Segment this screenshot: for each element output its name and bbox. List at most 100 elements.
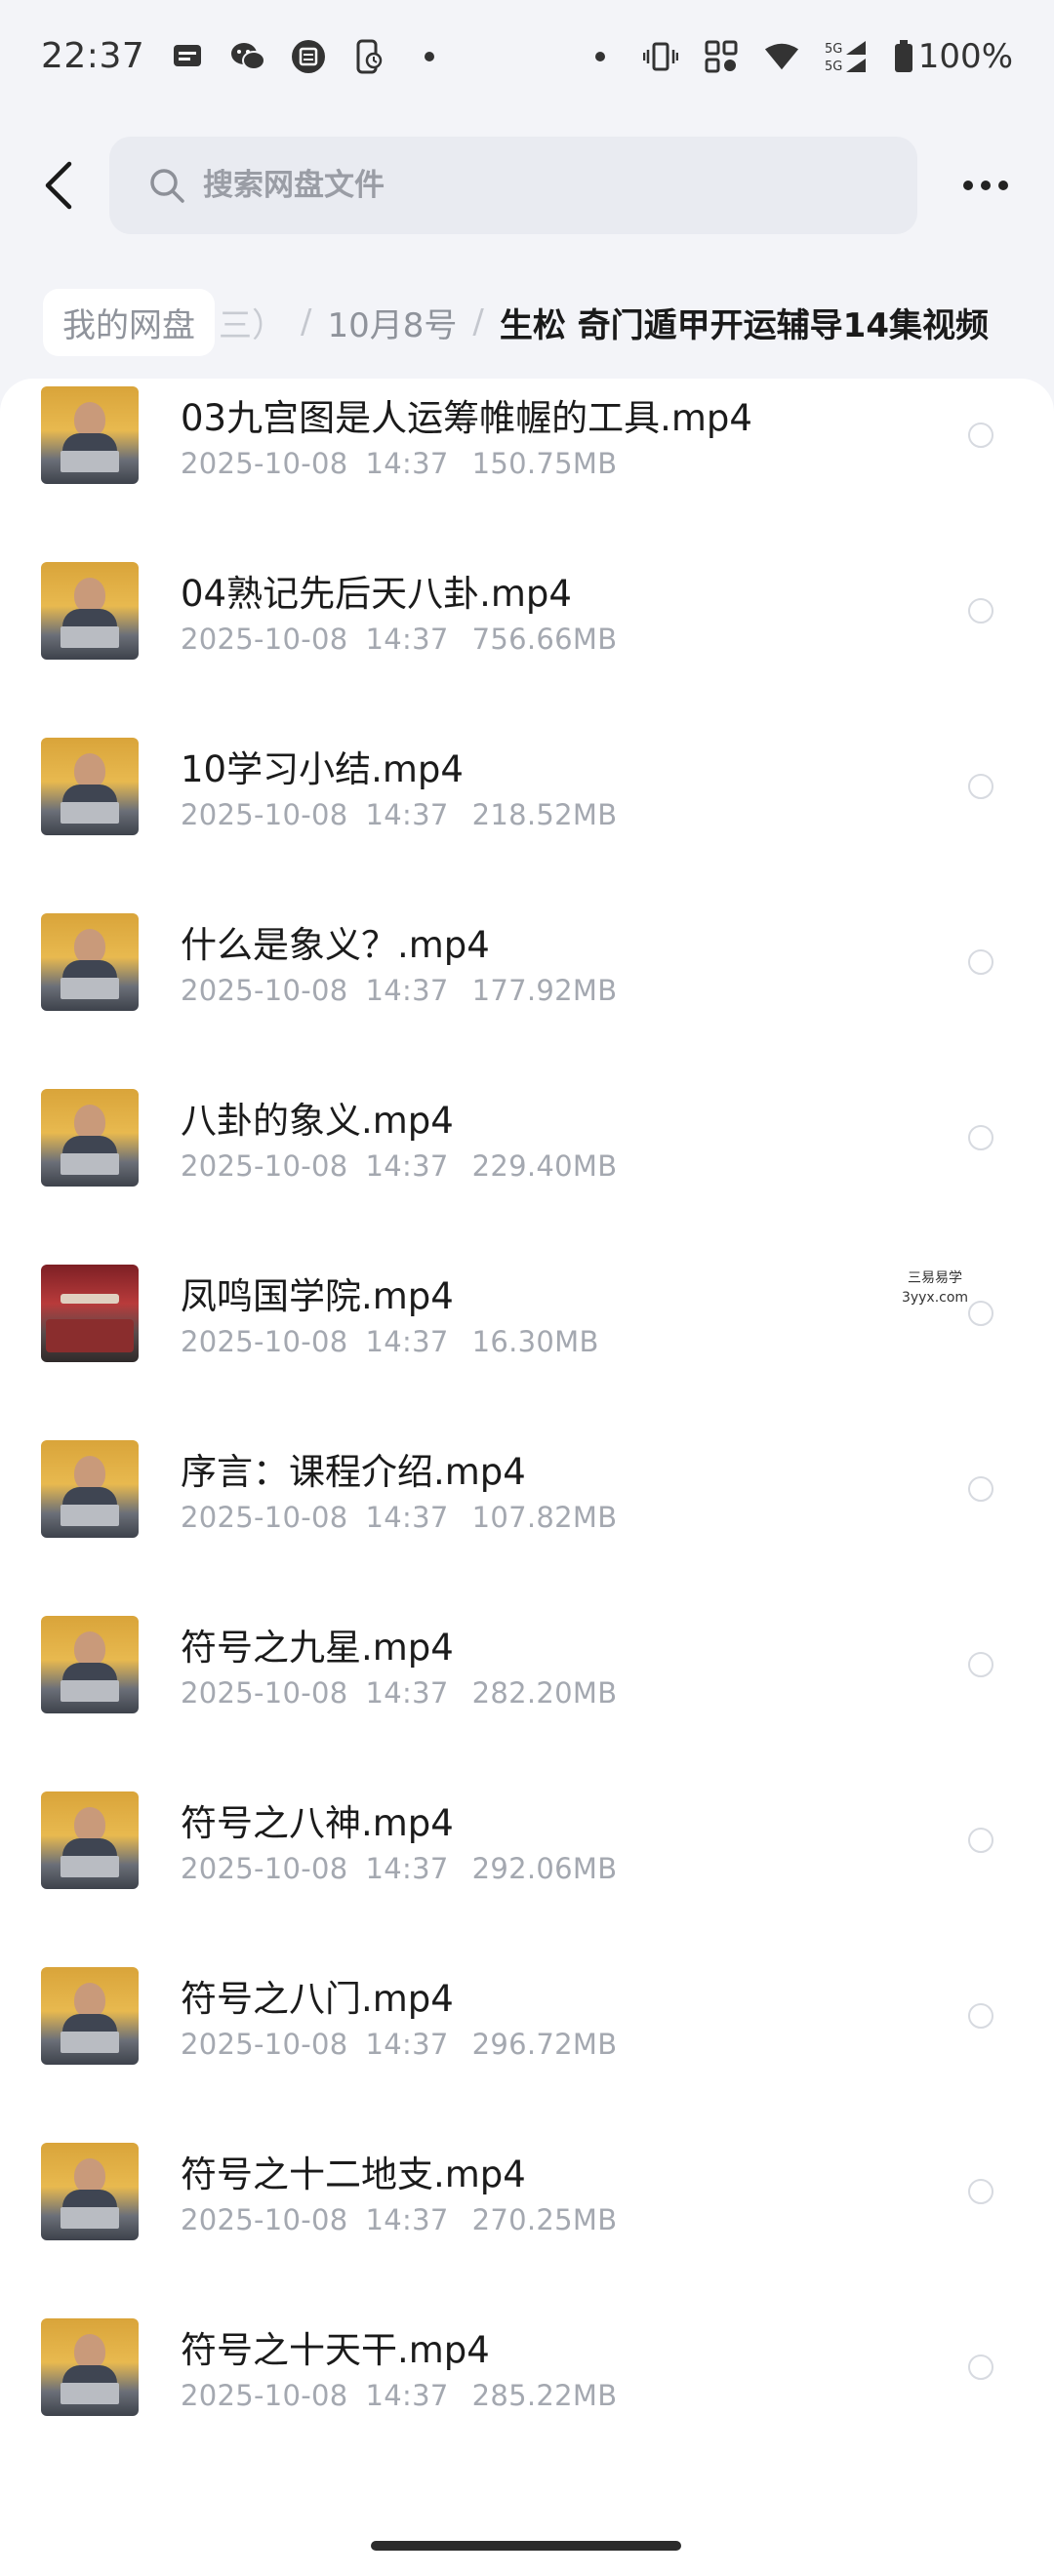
file-date: 2025-10-08 [181, 798, 348, 831]
file-time: 14:37 [365, 623, 449, 656]
file-list: 03九宫图是人运筹帷幄的工具.mp4 2025-10-08 14:37 150.75M… [0, 379, 1054, 2576]
file-date: 2025-10-08 [181, 623, 348, 656]
file-meta: 2025-10-08 14:37 229.40MB [181, 1149, 617, 1183]
thumbnail-laptop [61, 1680, 119, 1702]
breadcrumb-root[interactable]: 我的网盘 [43, 288, 215, 356]
file-row[interactable]: 什么是象义？.mp4 2025-10-08 14:37 177.92MB [0, 913, 1054, 1091]
file-name: 符号之八神.mp4 [181, 1802, 454, 1844]
file-time: 14:37 [365, 1325, 449, 1358]
thumbnail-laptop [61, 1856, 119, 1877]
file-meta: 2025-10-08 14:37 16.30MB [181, 1325, 599, 1358]
file-size: 150.75MB [471, 447, 618, 480]
file-size: 285.22MB [471, 2379, 618, 2412]
file-size: 218.52MB [471, 798, 618, 831]
file-row[interactable]: 符号之十天干.mp4 2025-10-08 14:37 285.22MB [0, 2318, 1054, 2496]
file-name: 符号之十二地支.mp4 [181, 2153, 526, 2195]
thumbnail-head [74, 578, 105, 613]
thumbnail-head [74, 1456, 105, 1491]
status-time: 22:37 [41, 36, 145, 76]
thumbnail-laptop [61, 1505, 119, 1526]
breadcrumb-hidden-segment[interactable]: 三） [219, 299, 285, 346]
file-meta: 2025-10-08 14:37 177.92MB [181, 974, 617, 1007]
breadcrumb-separator: / [301, 302, 312, 342]
thumbnail-laptop [61, 978, 119, 999]
select-radio[interactable] [968, 2179, 993, 2204]
thumbnail-laptop [61, 626, 119, 648]
file-row[interactable]: 03九宫图是人运筹帷幄的工具.mp4 2025-10-08 14:37 150.75M… [0, 386, 1054, 564]
video-thumbnail [41, 1440, 139, 1538]
file-row[interactable]: 序言：课程介绍.mp4 2025-10-08 14:37 107.82MB [0, 1440, 1054, 1618]
file-date: 2025-10-08 [181, 1501, 348, 1534]
file-meta: 2025-10-08 14:37 285.22MB [181, 2379, 617, 2412]
file-time: 14:37 [365, 2203, 449, 2236]
file-meta: 2025-10-08 14:37 218.52MB [181, 798, 617, 831]
vibrate-icon [642, 39, 678, 74]
file-row[interactable]: 八卦的象义.mp4 2025-10-08 14:37 229.40MB [0, 1089, 1054, 1267]
select-radio[interactable] [968, 1476, 993, 1502]
svg-text:5G: 5G [825, 60, 842, 74]
thumbnail-head [74, 1983, 105, 2018]
file-time: 14:37 [365, 1149, 449, 1183]
file-date: 2025-10-08 [181, 2203, 348, 2236]
file-row[interactable]: 10学习小结.mp4 2025-10-08 14:37 218.52MB [0, 738, 1054, 915]
file-row[interactable]: 符号之八神.mp4 2025-10-08 14:37 292.06MB [0, 1791, 1054, 1969]
select-radio[interactable] [968, 1828, 993, 1853]
file-meta: 2025-10-08 14:37 282.20MB [181, 1676, 617, 1710]
file-time: 14:37 [365, 2028, 449, 2061]
watermark: 三易易学 3yyx.com [896, 1268, 974, 1308]
video-thumbnail [41, 2318, 139, 2416]
file-row[interactable]: 符号之十二地支.mp4 2025-10-08 14:37 270.25MB [0, 2143, 1054, 2320]
home-indicator[interactable] [371, 2541, 681, 2551]
breadcrumb-current: 生松 奇门遁甲开运辅导14集视频 [499, 305, 989, 345]
breadcrumb-folder[interactable]: 10月8号 [327, 299, 457, 346]
back-button[interactable] [29, 156, 88, 215]
thumbnail-head [74, 2158, 105, 2194]
file-size: 270.25MB [471, 2203, 618, 2236]
more-options-button[interactable] [954, 156, 1017, 215]
select-radio[interactable] [968, 949, 993, 975]
search-bar[interactable] [109, 137, 917, 234]
thumbnail-laptop [61, 2207, 119, 2229]
select-radio[interactable] [968, 598, 993, 624]
file-date: 2025-10-08 [181, 1852, 348, 1885]
dot-icon [412, 39, 447, 74]
file-date: 2025-10-08 [181, 1149, 348, 1183]
select-radio[interactable] [968, 2355, 993, 2380]
file-size: 107.82MB [471, 1501, 618, 1534]
select-radio[interactable] [968, 423, 993, 448]
file-row[interactable]: 04熟记先后天八卦.mp4 2025-10-08 14:37 756.66MB [0, 562, 1054, 740]
file-date: 2025-10-08 [181, 2379, 348, 2412]
thumbnail-head [74, 1807, 105, 1842]
phone-sync-icon [351, 39, 386, 74]
select-radio[interactable] [968, 2003, 993, 2029]
file-name: 什么是象义？.mp4 [181, 924, 490, 966]
video-thumbnail [41, 1616, 139, 1713]
video-thumbnail [41, 1089, 139, 1187]
file-size: 292.06MB [471, 1852, 618, 1885]
message-icon [170, 39, 205, 74]
file-row[interactable]: 符号之九星.mp4 2025-10-08 14:37 282.20MB [0, 1616, 1054, 1793]
file-date: 2025-10-08 [181, 974, 348, 1007]
video-thumbnail [41, 562, 139, 660]
file-time: 14:37 [365, 1501, 449, 1534]
file-name: 03九宫图是人运筹帷幄的工具.mp4 [181, 397, 752, 439]
file-size: 177.92MB [471, 974, 618, 1007]
more-dot [981, 181, 991, 190]
breadcrumb: 我的网盘 三） / 10月8号 / 生松 奇门遁甲开运辅导14集视频 [0, 283, 1054, 361]
file-name: 凤鸣国学院.mp4 [181, 1275, 454, 1317]
file-size: 229.40MB [471, 1149, 618, 1183]
calendar-icon [291, 39, 326, 74]
more-dot [963, 181, 973, 190]
select-radio[interactable] [968, 1652, 993, 1677]
status-bar-right: 5G 5G 100% [583, 37, 1013, 76]
top-bar [0, 137, 1054, 234]
video-thumbnail [41, 1265, 139, 1362]
file-time: 14:37 [365, 2379, 449, 2412]
signal-icon: 5G 5G [825, 39, 868, 74]
file-time: 14:37 [365, 447, 449, 480]
select-radio[interactable] [968, 774, 993, 799]
file-row[interactable]: 符号之八门.mp4 2025-10-08 14:37 296.72MB [0, 1967, 1054, 2145]
search-input[interactable] [201, 167, 830, 204]
file-name: 符号之九星.mp4 [181, 1627, 454, 1669]
select-radio[interactable] [968, 1125, 993, 1150]
